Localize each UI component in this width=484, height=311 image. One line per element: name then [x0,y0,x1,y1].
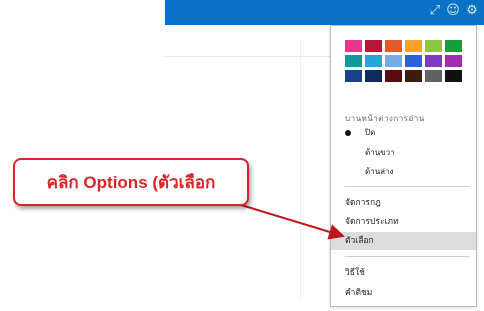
instruction-callout: คลิก Options (ตัวเลือก [13,158,249,206]
callout-arrow [204,193,345,240]
callout-text: คลิก Options (ตัวเลือก [46,172,216,192]
